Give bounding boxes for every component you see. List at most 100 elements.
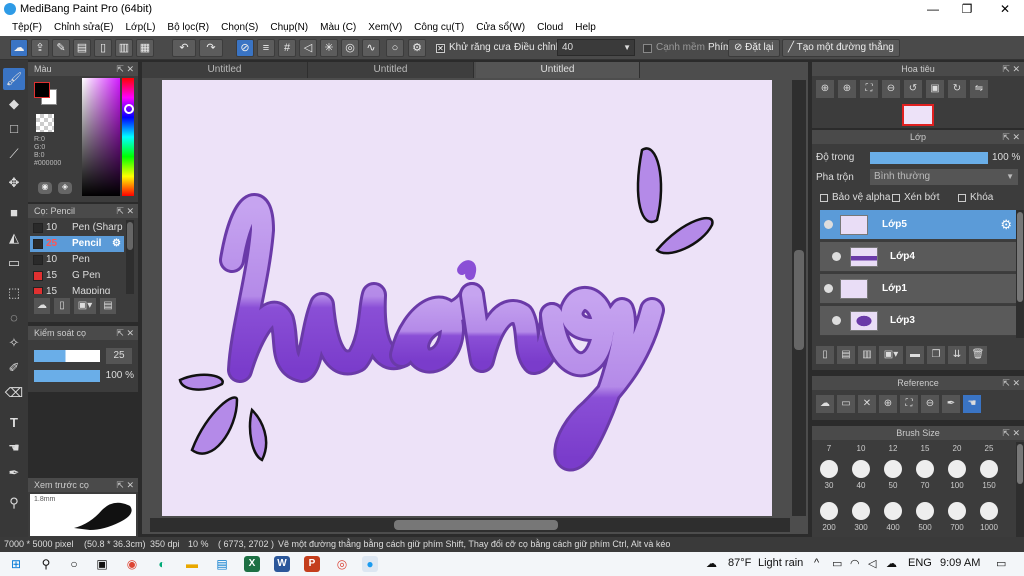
panel-expand-icon[interactable]: ⇱ ✕ <box>1002 130 1020 144</box>
menu-filter[interactable]: Bộ lọc(R) <box>161 22 215 33</box>
magic-wand-tool-icon[interactable]: ✧ <box>3 332 25 354</box>
visibility-eye-icon[interactable] <box>832 316 841 325</box>
pages-icon[interactable]: ▥ <box>115 39 133 57</box>
menu-color[interactable]: Màu (C) <box>314 22 362 33</box>
panel-expand-icon[interactable]: ⇱ ✕ <box>116 62 134 76</box>
visibility-eye-icon[interactable] <box>832 252 841 261</box>
new-8bit-layer-icon[interactable]: ▥ <box>858 346 876 364</box>
fit-icon[interactable]: ⛶ <box>900 395 918 413</box>
navigator-thumbnail[interactable] <box>902 104 934 126</box>
maximize-button[interactable]: ❐ <box>950 0 984 18</box>
brush-size-option[interactable] <box>916 460 934 478</box>
brush-size-option[interactable] <box>948 460 966 478</box>
weather-desc[interactable]: Light rain <box>758 557 803 569</box>
panel-expand-icon[interactable]: ⇱ ✕ <box>1002 376 1020 390</box>
line-tool-icon[interactable]: ⟋ <box>3 143 25 165</box>
gear-icon[interactable]: ⚙ <box>1000 217 1012 233</box>
visibility-eye-icon[interactable] <box>824 284 833 293</box>
comment-icon[interactable]: ✎ <box>52 39 70 57</box>
circle-snap-icon[interactable]: ◎ <box>341 39 359 57</box>
clock[interactable]: 9:09 AM <box>940 557 980 569</box>
notification-icon[interactable]: ▭ <box>996 557 1006 570</box>
lasso-tool-icon[interactable]: ◌ <box>3 307 25 329</box>
zoom-in-icon[interactable]: ⊕ <box>879 395 897 413</box>
brush-size-option[interactable] <box>884 460 902 478</box>
radial-snap-icon[interactable]: ✳ <box>320 39 338 57</box>
tab-untitled-3[interactable]: Untitled <box>476 62 640 78</box>
language-indicator[interactable]: ENG <box>908 557 932 569</box>
tray-chevron-icon[interactable]: ^ <box>814 557 819 569</box>
blend-mode-dropdown[interactable]: Bình thường ▼ <box>870 169 1018 185</box>
merge-layer-icon[interactable]: ⇊ <box>948 346 966 364</box>
palette-icon[interactable]: ◉ <box>38 182 52 194</box>
zoom-fit-icon[interactable]: ⊕ <box>816 80 834 98</box>
protect-alpha-checkbox[interactable] <box>820 194 828 202</box>
brush-item[interactable]: 15Mapping Pe <box>30 284 124 294</box>
menu-edit[interactable]: Chỉnh sửa(E) <box>48 22 120 33</box>
no-snap-icon[interactable]: ⊘ <box>236 39 254 57</box>
duplicate-layer-icon[interactable]: ❐ <box>927 346 945 364</box>
menu-select[interactable]: Chọn(S) <box>215 22 264 33</box>
panel-expand-icon[interactable]: ⇱ ✕ <box>1002 426 1020 440</box>
hand-tool-icon[interactable]: ☚ <box>3 437 25 459</box>
brush-size-slider[interactable] <box>34 350 100 362</box>
bucket-tool-icon[interactable]: ◭ <box>3 227 25 249</box>
select-eraser-tool-icon[interactable]: ⌫ <box>3 382 25 404</box>
word-icon[interactable]: W <box>274 556 290 572</box>
windows-start-icon[interactable]: ⊞ <box>8 556 24 572</box>
select-tool-icon[interactable]: ⬚ <box>3 282 25 304</box>
folder-icon[interactable]: ▬ <box>906 346 924 364</box>
clip-checkbox[interactable] <box>892 194 900 202</box>
hue-slider[interactable] <box>122 78 134 196</box>
layer-row[interactable]: Lớp1 <box>820 274 1016 304</box>
brush-item-selected[interactable]: 25 Pencil ⚙ <box>30 236 124 252</box>
grid-pages-icon[interactable]: ▦ <box>136 39 154 57</box>
new-layer-icon[interactable]: ▯ <box>816 346 834 364</box>
brush-tool-icon[interactable]: 🖌 <box>3 68 25 90</box>
volume-icon[interactable]: ◁ <box>868 557 876 570</box>
fit-window-icon[interactable]: ⛶ <box>860 80 878 98</box>
close-icon[interactable]: ✕ <box>858 395 876 413</box>
menu-help[interactable]: Help <box>569 22 602 33</box>
wifi-icon[interactable]: ◠ <box>850 557 860 570</box>
brush-item[interactable]: 10 Pen <box>30 252 124 268</box>
layer-row[interactable]: Lớp4 <box>820 242 1016 272</box>
visibility-eye-icon[interactable] <box>824 220 833 229</box>
note-icon[interactable]: ▤ <box>73 39 91 57</box>
menu-cloud[interactable]: Cloud <box>531 22 569 33</box>
brush-size-option[interactable] <box>948 502 966 520</box>
layer-opacity-slider[interactable] <box>870 152 988 164</box>
panel-expand-icon[interactable]: ⇱ ✕ <box>116 326 134 340</box>
reset-button[interactable]: ⊘ Đặt lại <box>728 39 780 57</box>
brush-size-scrollbar[interactable] <box>1016 442 1024 538</box>
text-tool-icon[interactable]: T <box>3 412 25 434</box>
minimize-button[interactable]: — <box>916 0 950 18</box>
brush-size-option[interactable] <box>980 460 998 478</box>
trash-icon[interactable]: 🗑 <box>969 346 987 364</box>
soft-edge-checkbox[interactable] <box>643 44 652 53</box>
swap-color-icon[interactable]: ◈ <box>58 182 72 194</box>
menu-snap[interactable]: Chụp(N) <box>264 22 314 33</box>
gradient-tool-icon[interactable]: ▭ <box>3 252 25 274</box>
canvas-horizontal-scrollbar[interactable] <box>150 518 790 532</box>
panel-expand-icon[interactable]: ⇱ ✕ <box>116 478 134 492</box>
parallel-snap-icon[interactable]: ≡ <box>257 39 275 57</box>
panel-expand-icon[interactable]: ⇱ ✕ <box>1002 62 1020 76</box>
drawing-canvas[interactable] <box>162 80 772 516</box>
brush-size-option[interactable] <box>916 502 934 520</box>
adjust-dropdown[interactable]: 40 ▼ <box>557 39 635 56</box>
eraser-tool-icon[interactable]: ◆ <box>3 93 25 115</box>
rotate-left-icon[interactable]: ↺ <box>904 80 922 98</box>
saturation-value-picker[interactable] <box>82 78 120 196</box>
brush-size-option[interactable] <box>852 460 870 478</box>
widgets-icon[interactable]: ▣ <box>94 556 110 572</box>
add-brush-icon[interactable]: ▣▾ <box>74 298 96 314</box>
transparent-swatch[interactable] <box>36 114 54 132</box>
brush-settings-icon[interactable]: ▤ <box>100 298 116 314</box>
actual-size-icon[interactable]: ▣ <box>926 80 944 98</box>
perspective-snap-icon[interactable]: ◁ <box>299 39 317 57</box>
menu-tools[interactable]: Công cụ(T) <box>408 22 470 33</box>
excel-icon[interactable]: X <box>244 556 260 572</box>
flip-icon[interactable]: ⇋ <box>970 80 988 98</box>
layer-list-scrollbar[interactable] <box>1016 210 1024 338</box>
